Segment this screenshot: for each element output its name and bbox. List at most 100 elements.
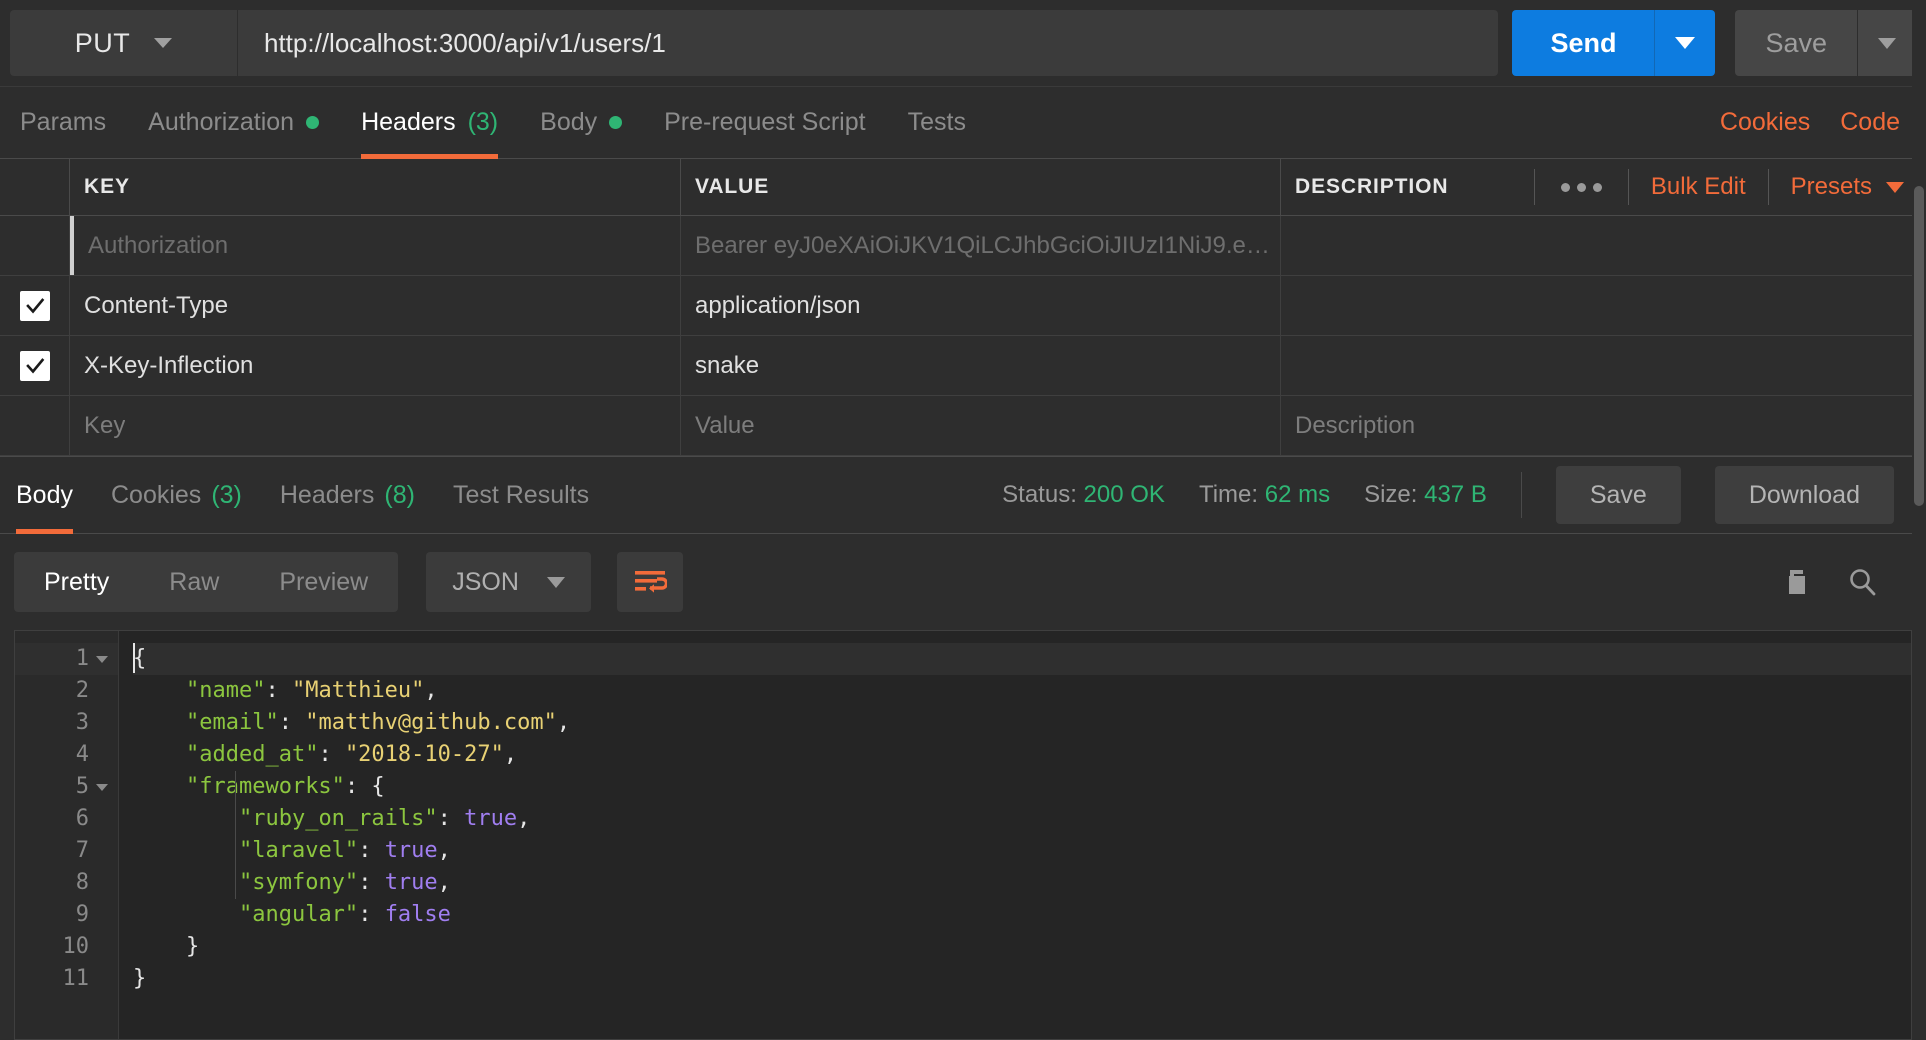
new-value-input[interactable]: Value	[681, 396, 1281, 455]
header-cell-key: KEY	[70, 159, 681, 215]
check-icon	[25, 297, 44, 313]
table-row[interactable]: Content-Type application/json	[0, 276, 1926, 336]
send-button[interactable]: Send	[1512, 10, 1656, 76]
save-options-button[interactable]	[1858, 10, 1916, 76]
tab-label: Authorization	[148, 108, 295, 136]
response-tab-test-results[interactable]: Test Results	[453, 456, 589, 534]
presets-button[interactable]: Presets	[1769, 159, 1926, 215]
scrollbar-thumb[interactable]	[1914, 186, 1924, 506]
vertical-scrollbar[interactable]	[1912, 0, 1926, 1040]
row-description-cell[interactable]	[1281, 276, 1926, 335]
header-cell-description: DESCRIPTION Bulk Edit Presets	[1281, 159, 1926, 215]
view-mode-raw[interactable]: Raw	[139, 552, 249, 612]
chevron-down-icon	[1886, 181, 1904, 193]
cookies-link[interactable]: Cookies	[1720, 108, 1810, 137]
download-response-button[interactable]: Download	[1714, 466, 1894, 524]
tab-tests[interactable]: Tests	[908, 87, 966, 159]
line-number: 1	[15, 643, 118, 675]
column-header-description: DESCRIPTION	[1295, 175, 1449, 198]
tab-pre-request-script[interactable]: Pre-request Script	[664, 87, 865, 159]
row-checkbox-cell[interactable]	[0, 396, 70, 455]
tab-count: (3)	[467, 108, 499, 136]
row-value-text: Bearer eyJ0eXAiOiJKV1QiLCJhbGciOiJIUzI1N…	[695, 231, 1280, 259]
tab-headers[interactable]: Headers (3)	[361, 87, 499, 159]
row-value-text: application/json	[695, 291, 861, 319]
json-code[interactable]: { "name": "Matthieu", "email": "matthv@g…	[119, 631, 1911, 1039]
view-mode-preview[interactable]: Preview	[249, 552, 398, 612]
code-line: "email": "matthv@github.com",	[185, 710, 571, 735]
row-description-cell[interactable]	[1281, 336, 1926, 395]
response-body-toolbar: Pretty Raw Preview JSON	[0, 534, 1926, 630]
line-number: 9	[15, 899, 118, 931]
copy-icon	[1789, 570, 1805, 594]
tab-authorization[interactable]: Authorization	[148, 87, 320, 159]
word-wrap-icon	[634, 571, 667, 593]
row-key-cell[interactable]: Authorization	[70, 216, 681, 275]
tab-count: (8)	[384, 480, 415, 509]
row-checkbox-cell[interactable]	[0, 216, 70, 275]
tab-body[interactable]: Body	[540, 87, 623, 159]
time-label: Time:	[1198, 481, 1259, 508]
status-dot-icon	[609, 116, 623, 129]
row-value-cell[interactable]: Bearer eyJ0eXAiOiJKV1QiLCJhbGciOiJIUzI1N…	[681, 216, 1281, 275]
send-button-group: Send	[1512, 10, 1716, 76]
row-checkbox-cell[interactable]	[0, 276, 70, 335]
indent-guide	[235, 771, 236, 899]
copy-button[interactable]	[1780, 566, 1812, 598]
table-row[interactable]: Authorization Bearer eyJ0eXAiOiJKV1QiLCJ…	[0, 216, 1926, 276]
check-icon	[25, 357, 44, 373]
row-value-cell[interactable]: application/json	[681, 276, 1281, 335]
line-number: 3	[15, 707, 118, 739]
line-number: 2	[15, 675, 118, 707]
chevron-down-icon	[1878, 37, 1896, 49]
new-key-input[interactable]: Key	[70, 396, 681, 455]
headers-table-header-row: KEY VALUE DESCRIPTION Bulk Edit Presets	[0, 158, 1926, 216]
row-checkbox[interactable]	[19, 350, 50, 381]
fold-toggle-icon[interactable]	[96, 783, 108, 791]
row-key-cell[interactable]: Content-Type	[70, 276, 681, 335]
word-wrap-button[interactable]	[616, 552, 683, 612]
save-button-group: Save	[1735, 10, 1916, 76]
fold-toggle-icon[interactable]	[96, 655, 108, 663]
view-mode-pretty[interactable]: Pretty	[14, 552, 139, 612]
new-description-input[interactable]: Description	[1281, 396, 1926, 455]
response-tab-body[interactable]: Body	[16, 456, 73, 534]
size-value: 437 B	[1424, 481, 1487, 508]
url-text: http://localhost:3000/api/v1/users/1	[264, 27, 666, 58]
chevron-down-icon	[154, 38, 173, 48]
row-key-cell[interactable]: X-Key-Inflection	[70, 336, 681, 395]
tab-params[interactable]: Params	[20, 87, 106, 159]
line-number: 7	[15, 835, 118, 867]
bulk-edit-button[interactable]: Bulk Edit	[1629, 159, 1768, 215]
table-row[interactable]: X-Key-Inflection snake	[0, 336, 1926, 396]
save-response-button[interactable]: Save	[1555, 466, 1681, 524]
tab-label: Cookies	[110, 480, 202, 509]
row-value-cell[interactable]: snake	[681, 336, 1281, 395]
url-input[interactable]: http://localhost:3000/api/v1/users/1	[238, 10, 1498, 76]
send-options-button[interactable]	[1655, 10, 1716, 76]
response-body-viewer[interactable]: 1 2 3 4 5 6 7 8 9 10 11 { "name": "Matthieu", "ema…	[14, 630, 1912, 1040]
line-number-gutter: 1 2 3 4 5 6 7 8 9 10 11	[15, 631, 119, 1039]
row-checkbox[interactable]	[19, 290, 50, 321]
tab-label: Pre-request Script	[664, 108, 866, 136]
row-checkbox-cell[interactable]	[0, 336, 70, 395]
code-link[interactable]: Code	[1840, 108, 1900, 137]
row-key-text: X-Key-Inflection	[84, 351, 254, 379]
search-button[interactable]	[1846, 566, 1878, 598]
view-mode-segmented-control: Pretty Raw Preview	[14, 552, 399, 612]
ellipsis-icon[interactable]	[1535, 159, 1628, 215]
row-description-cell[interactable]	[1281, 216, 1926, 275]
http-method-selector[interactable]: PUT	[10, 10, 238, 76]
column-header-key: KEY	[84, 175, 130, 198]
line-number: 10	[15, 931, 118, 963]
status-dot-icon	[306, 116, 320, 129]
row-checkbox[interactable]	[20, 411, 50, 441]
response-tab-cookies[interactable]: Cookies (3)	[111, 456, 242, 534]
response-tab-headers[interactable]: Headers (8)	[280, 456, 415, 534]
table-row-new[interactable]: Key Value Description	[0, 396, 1926, 456]
row-checkbox[interactable]	[20, 231, 50, 261]
save-request-button[interactable]: Save	[1735, 10, 1858, 76]
response-format-dropdown[interactable]: JSON	[426, 552, 591, 612]
